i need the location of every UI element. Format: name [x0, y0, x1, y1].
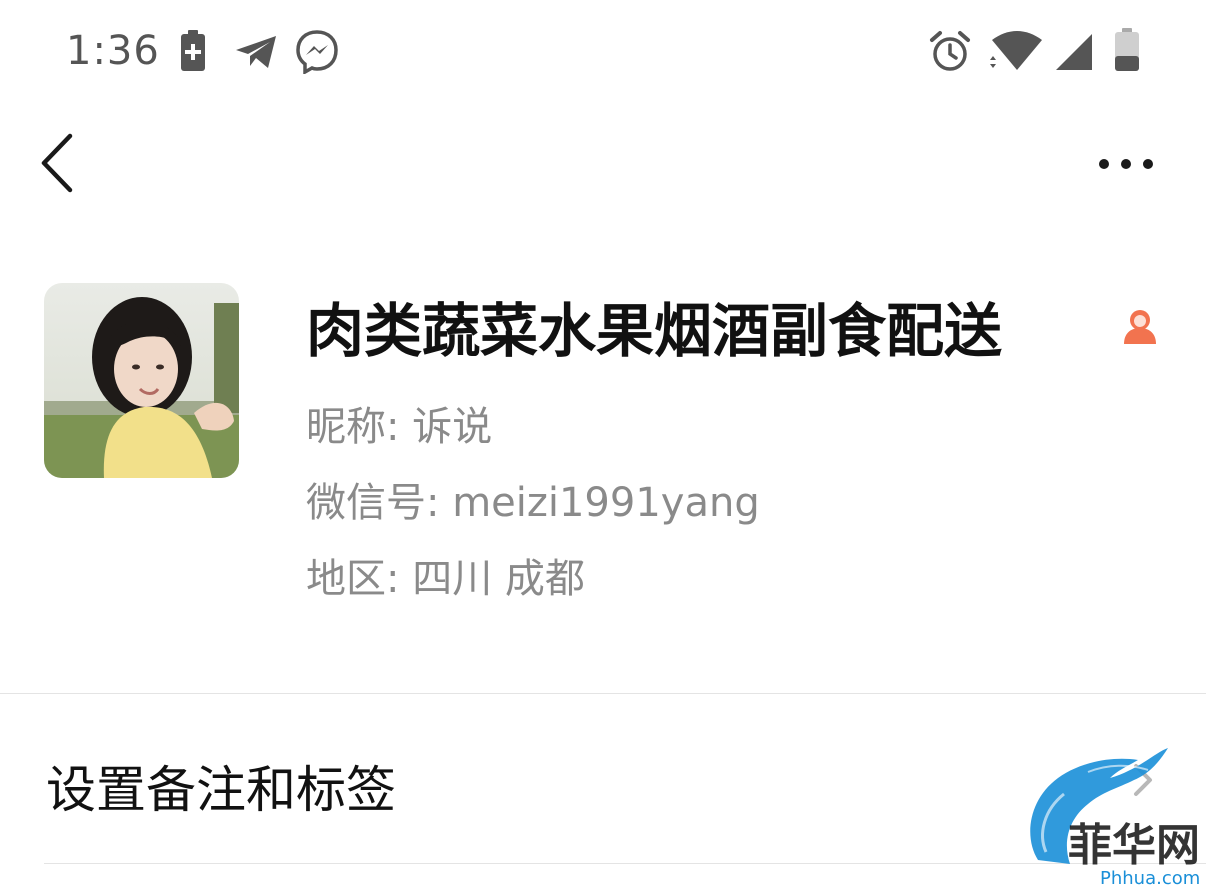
wifi-icon — [988, 30, 1046, 76]
more-button[interactable] — [1090, 140, 1170, 188]
back-button[interactable] — [30, 128, 90, 198]
nickname-line: 昵称: 诉说 — [306, 404, 493, 450]
battery-saver-icon — [180, 30, 206, 76]
menu-item-label: 设置备注和标签 — [46, 761, 396, 819]
avatar[interactable] — [44, 283, 239, 478]
svg-text:菲华网: 菲华网 — [1068, 820, 1200, 871]
profile-name: 肉类蔬菜水果烟酒副食配送 — [306, 297, 1003, 365]
avatar-image — [44, 283, 239, 478]
more-icon — [1099, 159, 1153, 169]
signal-icon — [1054, 32, 1094, 76]
status-bar: 1:36 — [0, 0, 1206, 104]
female-icon — [1120, 306, 1160, 346]
wechat-id-line[interactable]: 微信号: meizi1991yang — [306, 470, 760, 528]
chevron-left-icon — [41, 133, 73, 193]
watermark-logo: 菲华网 Phhua.com — [1018, 748, 1206, 889]
status-time: 1:36 — [66, 28, 160, 74]
region-line: 地区: 四川 成都 — [306, 556, 585, 602]
alarm-icon — [928, 30, 972, 78]
svg-text:Phhua.com: Phhua.com — [1100, 868, 1200, 888]
messenger-icon — [296, 30, 338, 78]
battery-icon — [1114, 28, 1140, 76]
telegram-icon — [234, 34, 278, 74]
